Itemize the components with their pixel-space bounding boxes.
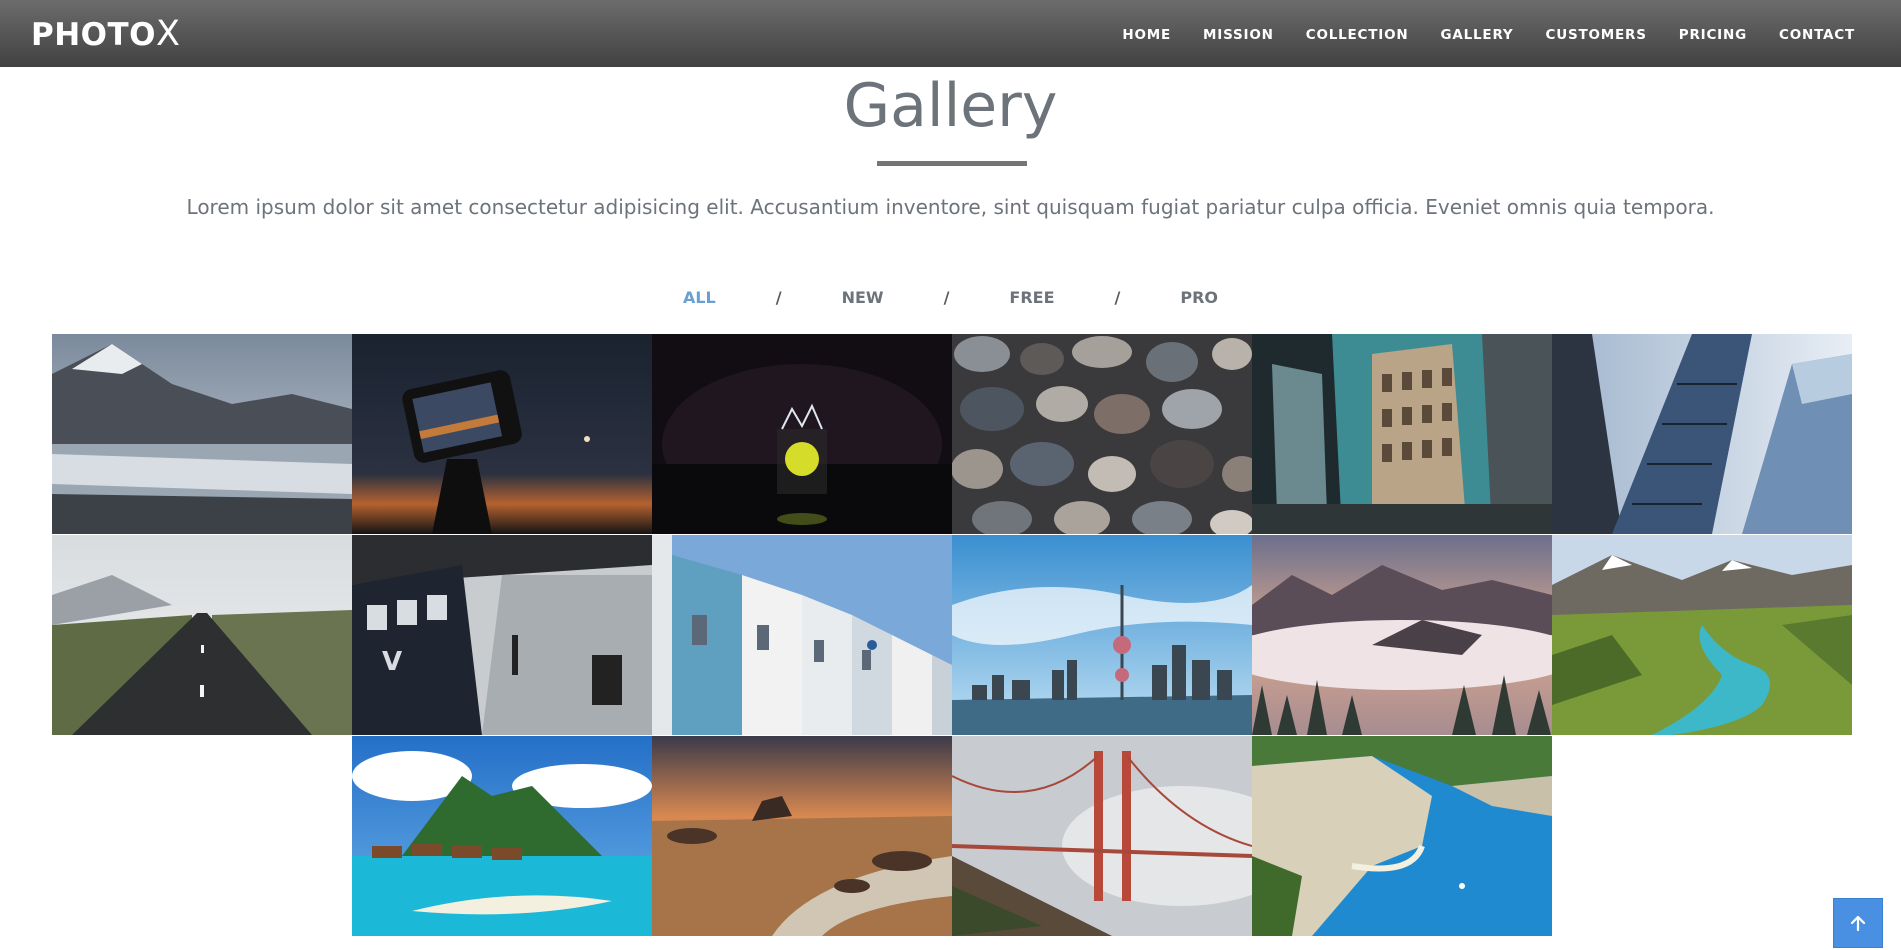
golden-gate-bridge-photo [952, 736, 1252, 936]
filter-separator: / [943, 287, 950, 307]
gallery-photo[interactable] [1252, 736, 1552, 936]
back-to-top-button[interactable] [1833, 898, 1883, 948]
nav-link-contact[interactable]: CONTACT [1779, 27, 1855, 43]
phone-tripod-photo [352, 334, 652, 534]
title-underline [877, 161, 1027, 166]
arrow-up-icon [1850, 915, 1866, 932]
gallery-photo[interactable] [352, 334, 652, 534]
gallery-photo[interactable] [1252, 334, 1552, 534]
gallery-filters: ALL / NEW / FREE / PRO [0, 285, 1901, 309]
pebbles-photo [952, 334, 1252, 534]
city-building-photo [1252, 334, 1552, 534]
empty-road-photo [52, 535, 352, 735]
section-lead: Lorem ipsum dolor sit amet consectetur a… [186, 195, 1715, 219]
filter-new[interactable]: NEW [842, 288, 884, 307]
nav-item-gallery: GALLERY [1440, 24, 1513, 43]
gallery-photo[interactable] [952, 535, 1252, 735]
filter-separator: / [1114, 287, 1121, 307]
gallery-photo[interactable] [652, 334, 952, 534]
brand-accent: X [156, 14, 181, 54]
brand-logo[interactable]: PHOTOX [31, 14, 181, 54]
gallery-photo[interactable] [52, 334, 352, 534]
gallery-photo[interactable] [1252, 535, 1552, 735]
nav-link-mission[interactable]: MISSION [1203, 27, 1274, 43]
train-station-photo: V [352, 535, 652, 735]
beach-sunset-photo [652, 736, 952, 936]
mountain-lake-photo [52, 334, 352, 534]
gallery-photo[interactable] [652, 535, 952, 735]
nav-item-collection: COLLECTION [1306, 24, 1409, 43]
gallery-photo[interactable] [1552, 535, 1852, 735]
gallery-photo[interactable] [652, 736, 952, 936]
coastal-cove-photo [1252, 736, 1552, 936]
nav-link-gallery[interactable]: GALLERY [1440, 27, 1513, 43]
nav-link-pricing[interactable]: PRICING [1679, 27, 1747, 43]
brand-text: PHOTO [31, 17, 157, 53]
gallery-photo[interactable] [352, 736, 652, 936]
foggy-mountains-photo [1252, 535, 1552, 735]
nav-item-home: HOME [1122, 24, 1171, 43]
nav-link-collection[interactable]: COLLECTION [1306, 27, 1409, 43]
nav-item-customers: CUSTOMERS [1545, 24, 1646, 43]
section-title: Gallery [843, 71, 1058, 141]
nav-link-customers[interactable]: CUSTOMERS [1545, 27, 1646, 43]
gallery-photo[interactable] [952, 334, 1252, 534]
filter-separator: / [775, 287, 782, 307]
nav-item-mission: MISSION [1203, 24, 1274, 43]
tropical-island-photo [352, 736, 652, 936]
gallery-photo[interactable]: V [352, 535, 652, 735]
nav-item-contact: CONTACT [1779, 24, 1855, 43]
skyscraper-photo [1552, 334, 1852, 534]
white-houses-photo [652, 535, 952, 735]
lime-splash-photo [652, 334, 952, 534]
gallery-photo[interactable] [52, 535, 352, 735]
navbar: PHOTOX HOME MISSION COLLECTION GALLERY C… [0, 0, 1901, 67]
green-valley-photo [1552, 535, 1852, 735]
nav-item-pricing: PRICING [1679, 24, 1747, 43]
gallery-photo[interactable] [952, 736, 1252, 936]
city-skyline-photo [952, 535, 1252, 735]
nav-link-home[interactable]: HOME [1122, 27, 1171, 43]
filter-pro[interactable]: PRO [1180, 288, 1218, 307]
filter-free[interactable]: FREE [1009, 288, 1054, 307]
svg-text:V: V [382, 647, 402, 677]
filter-all[interactable]: ALL [683, 288, 716, 307]
gallery-photo[interactable] [1552, 334, 1852, 534]
nav-links: HOME MISSION COLLECTION GALLERY CUSTOMER… [1122, 0, 1855, 67]
